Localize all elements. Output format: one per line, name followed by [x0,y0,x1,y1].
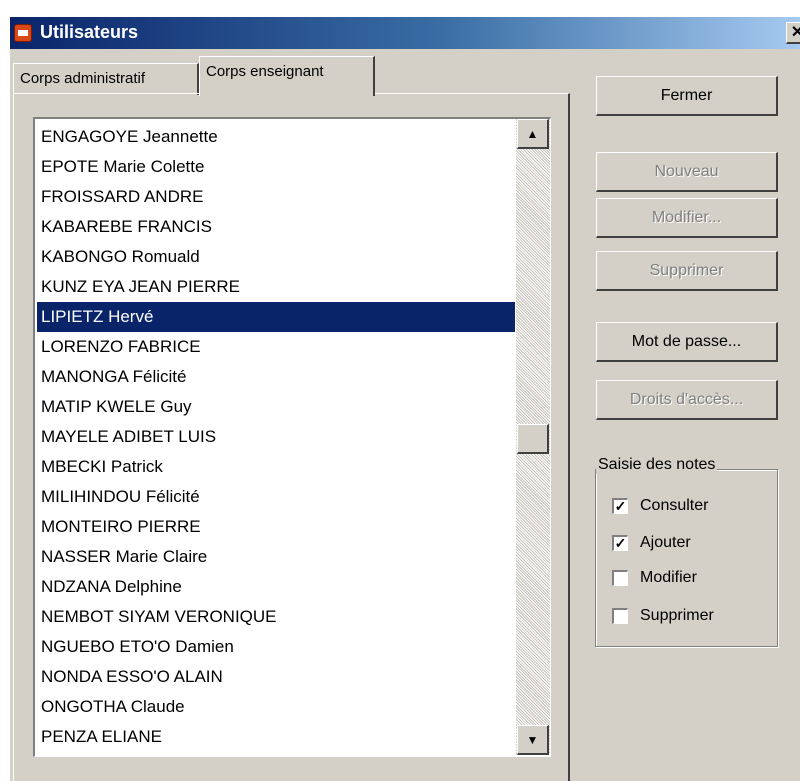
users-listbox[interactable]: ENGAGOYE Jeannette EPOTE Marie Colette FRO… [33,117,551,757]
nouveau-button[interactable]: Nouveau [596,152,778,192]
list-item[interactable]: EPOTE Marie Colette [37,152,515,182]
checkbox-box[interactable] [612,608,628,624]
droits-acces-button[interactable]: Droits d'accès... [596,380,778,420]
list-item[interactable]: MANONGA Félicité [37,362,515,392]
list-item[interactable]: PENZA ELIANE [37,722,515,752]
list-item[interactable]: MAYELE ADIBET LUIS [37,422,515,452]
list-item[interactable]: KABAREBE FRANCIS [37,212,515,242]
list-item[interactable]: MBECKI Patrick [37,452,515,482]
consulter-checkbox[interactable]: ✓ Consulter [612,493,708,519]
title-bar[interactable]: Utilisateurs ✕ [10,17,800,49]
list-item[interactable]: NEMBOT SIYAM VERONIQUE [37,602,515,632]
checkbox-label: Supprimer [640,607,714,624]
tab-corps-enseignant[interactable]: Corps enseignant [199,56,375,96]
list-item[interactable]: NONDA ESSO'O ALAIN [37,662,515,692]
supprimer-button[interactable]: Supprimer [596,251,778,291]
scroll-down-button[interactable]: ▼ [517,725,549,755]
list-item[interactable]: LORENZO FABRICE [37,332,515,362]
modifier-button[interactable]: Modifier... [596,198,778,238]
close-icon: ✕ [790,24,800,41]
list-item[interactable]: NGUEBO ETO'O Damien [37,632,515,662]
supprimer-checkbox[interactable]: Supprimer [612,603,714,629]
scroll-up-button[interactable]: ▲ [517,119,549,149]
list-item[interactable]: NDZANA Delphine [37,572,515,602]
users-dialog: Utilisateurs ✕ Corps administratif Corps… [0,0,800,781]
modifier-checkbox[interactable]: Modifier [612,565,697,591]
list-item[interactable]: ENGAGOYE Jeannette [37,122,515,152]
close-button[interactable]: ✕ [786,22,800,44]
list-item[interactable]: MONTEIRO PIERRE [37,512,515,542]
list-item[interactable]: KUNZ EYA JEAN PIERRE [37,272,515,302]
checkbox-box[interactable]: ✓ [612,498,628,514]
left-edge [0,0,10,781]
vertical-scrollbar[interactable]: ▲ ▼ [516,119,550,755]
list-item[interactable]: FROISSARD ANDRE [37,182,515,212]
checkbox-label: Consulter [640,497,709,514]
scroll-thumb[interactable] [517,424,549,454]
checkbox-label: Modifier [640,569,697,586]
arrow-up-icon: ▲ [526,127,539,141]
list-item[interactable]: NASSER Marie Claire [37,542,515,572]
checkbox-box[interactable] [612,570,628,586]
top-edge [0,0,800,17]
app-icon [14,24,32,42]
arrow-down-icon: ▼ [526,733,539,747]
check-icon: ✓ [614,498,627,514]
ajouter-checkbox[interactable]: ✓ Ajouter [612,530,691,556]
saisie-notes-label: Saisie des notes [596,456,718,474]
list-item[interactable]: LIPIETZ Hervé [37,302,515,332]
window-title: Utilisateurs [40,22,139,42]
list-item[interactable]: MATIP KWELE Guy [37,392,515,422]
checkbox-label: Ajouter [640,534,691,551]
list-item[interactable]: MILIHINDOU Félicité [37,482,515,512]
checkbox-box[interactable]: ✓ [612,535,628,551]
fermer-button[interactable]: Fermer [596,76,778,116]
mot-de-passe-button[interactable]: Mot de passe... [596,322,778,362]
check-icon: ✓ [614,535,627,551]
list-item[interactable]: KABONGO Romuald [37,242,515,272]
tab-corps-administratif[interactable]: Corps administratif [13,63,199,95]
list-item[interactable]: ONGOTHA Claude [37,692,515,722]
